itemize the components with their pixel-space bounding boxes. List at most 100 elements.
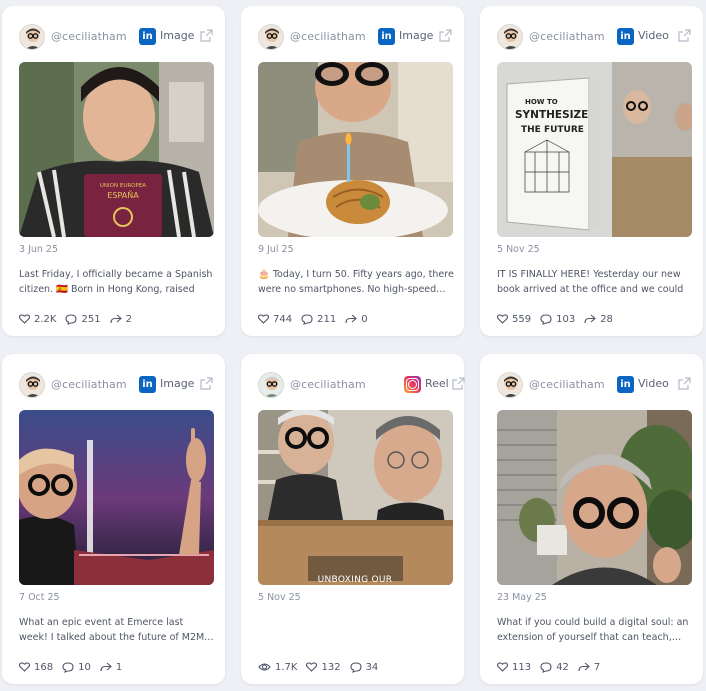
author-handle[interactable]: @ceciliatham [290,378,366,391]
post-thumbnail[interactable] [497,410,692,585]
heart-icon [258,314,269,324]
comments-stat: 211 [301,314,336,325]
post-thumbnail[interactable]: HOW TO SYNTHESIZE THE FUTURE [497,62,692,237]
heart-icon [497,314,508,324]
media-type-label: Video [638,377,669,390]
likes-stat: 113 [497,662,531,673]
post-stats: 168 10 1 [19,660,131,674]
post-caption: 🎂 Today, I turn 50. Fifty years ago, the… [258,269,454,295]
comment-icon [301,313,313,325]
likes-count: 168 [34,661,54,673]
share-icon [100,662,112,672]
post-thumbnail[interactable]: UNION EUROPEA ESPAÑA [19,62,214,237]
avatar[interactable] [258,372,284,398]
post-header: @ceciliatham in Image [19,372,213,398]
likes-count: 132 [321,661,341,673]
comments-stat: 42 [540,662,569,673]
post-stats: 2.2K 251 2 [19,312,141,326]
author-handle[interactable]: @ceciliatham [51,30,127,43]
comment-icon [62,661,74,673]
media-type-label: Image [160,377,195,390]
shares-stat: 7 [578,662,600,673]
post-stats: 559 103 28 [497,312,622,326]
comments-count: 251 [81,313,101,325]
passport-text-line1: UNION EUROPEA [100,183,146,189]
post-grid: @ceciliatham in Image UNION EUROPEA ESPA… [0,0,706,691]
shares-stat: 2 [110,314,132,325]
share-icon [578,662,590,672]
shares-count: 1 [115,661,123,673]
avatar[interactable] [258,24,284,50]
comments-stat: 10 [62,662,91,673]
post-card[interactable]: @ceciliatham in Image 9 Jul 25 🎂 Today, … [241,6,464,336]
likes-count: 744 [273,313,293,325]
post-date: 5 Nov 25 [258,592,301,603]
comment-icon [65,313,78,325]
shares-stat: 1 [100,662,122,673]
comments-count: 103 [556,313,576,325]
post-thumbnail[interactable]: UNBOXING OUR [258,410,453,585]
comments-count: 34 [365,661,379,673]
share-icon [345,314,358,324]
author-handle[interactable]: @ceciliatham [529,378,605,391]
external-link-icon[interactable] [678,29,691,42]
comments-stat: 103 [540,314,575,325]
likes-stat: 2.2K [19,314,56,325]
comments-count: 10 [78,661,91,673]
linkedin-icon: in [139,376,156,393]
comment-icon [350,661,362,673]
author-handle[interactable]: @ceciliatham [290,30,366,43]
post-caption: What if you could build a digital soul: … [497,617,689,643]
comment-icon [540,661,552,673]
shares-stat: 28 [584,314,613,325]
avatar[interactable] [19,372,45,398]
post-card[interactable]: @ceciliatham in Image UNION EUROPEA ESPA… [2,6,225,336]
post-date: 5 Nov 25 [497,244,540,255]
post-header: @ceciliatham in Image [19,24,213,50]
external-link-icon[interactable] [439,29,452,42]
post-card[interactable]: @ceciliatham in Image 7 Oct 25 What an e… [2,354,225,684]
post-card[interactable]: @ceciliatham in Video 23 May 25 What if … [480,354,703,684]
post-thumbnail[interactable] [258,62,453,237]
post-card[interactable]: @ceciliatham Reel UNBOXING OUR 5 Nov 25 … [241,354,465,684]
share-icon [110,314,122,324]
book-title-line2: SYNTHESIZE [515,109,588,121]
post-stats: 1.7K 132 34 [258,660,387,674]
linkedin-icon: in [617,28,634,45]
avatar[interactable] [497,372,523,398]
external-link-icon[interactable] [200,377,213,390]
post-card[interactable]: @ceciliatham in Video HOW TO SYNTHESIZE … [480,6,703,336]
linkedin-icon: in [378,28,395,45]
likes-stat: 744 [258,314,292,325]
shares-count: 28 [600,313,613,325]
external-link-icon[interactable] [678,377,691,390]
author-handle[interactable]: @ceciliatham [51,378,127,391]
comment-icon [540,313,552,325]
eye-icon [258,663,271,671]
views-stat: 1.7K [258,662,297,673]
post-stats: 113 42 7 [497,660,609,674]
post-caption: What an epic event at Emerce last week! … [19,617,214,643]
shares-count: 7 [593,661,601,673]
video-overlay-text: UNBOXING OUR [318,575,393,585]
avatar[interactable] [19,24,45,50]
shares-count: 0 [361,313,368,325]
book-title-line1: HOW TO [525,98,558,106]
external-link-icon[interactable] [452,377,465,390]
heart-icon [19,314,30,324]
post-date: 23 May 25 [497,592,547,603]
external-link-icon[interactable] [200,29,213,42]
media-type-label: Reel [425,377,449,390]
heart-icon [19,662,30,672]
heart-icon [306,662,318,672]
media-type-label: Image [160,29,195,42]
comments-count: 42 [556,661,569,673]
book-title-line3: THE FUTURE [521,125,584,135]
passport-text-line2: ESPAÑA [107,190,139,200]
likes-count: 559 [512,313,532,325]
post-header: @ceciliatham in Image [258,24,452,50]
avatar[interactable] [497,24,523,50]
author-handle[interactable]: @ceciliatham [529,30,605,43]
linkedin-icon: in [139,28,156,45]
post-thumbnail[interactable] [19,410,214,585]
